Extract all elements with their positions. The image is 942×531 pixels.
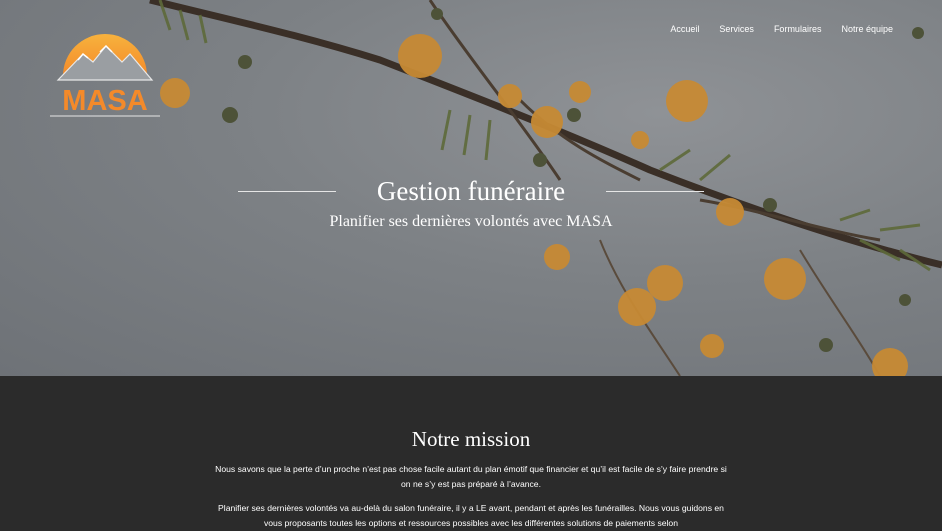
mission-section: Notre mission Nous savons que la perte d…: [0, 376, 942, 530]
masa-logo[interactable]: MASA: [48, 18, 162, 118]
hero-title-wrap: Gestion funéraire: [0, 176, 942, 207]
mission-paragraph-1: Nous savons que la perte d’un proche n’e…: [215, 464, 727, 489]
mission-paragraph-2: Planifier ses dernières volontés va au-d…: [218, 503, 724, 528]
nav-services[interactable]: Services: [719, 24, 754, 34]
logo-text: MASA: [62, 85, 147, 117]
mission-heading: Notre mission: [411, 427, 531, 451]
main-nav: Accueil Services Formulaires Notre équip…: [650, 24, 893, 34]
nav-accueil[interactable]: Accueil: [670, 24, 699, 34]
hero-section: MASA Accueil Services Formulaires Notre …: [0, 0, 942, 376]
nav-formulaires[interactable]: Formulaires: [774, 24, 822, 34]
hero-title: Gestion funéraire: [376, 176, 566, 206]
nav-notre-equipe[interactable]: Notre équipe: [841, 24, 893, 34]
hero-subtitle: Planifier ses dernières volontés avec MA…: [329, 213, 613, 230]
